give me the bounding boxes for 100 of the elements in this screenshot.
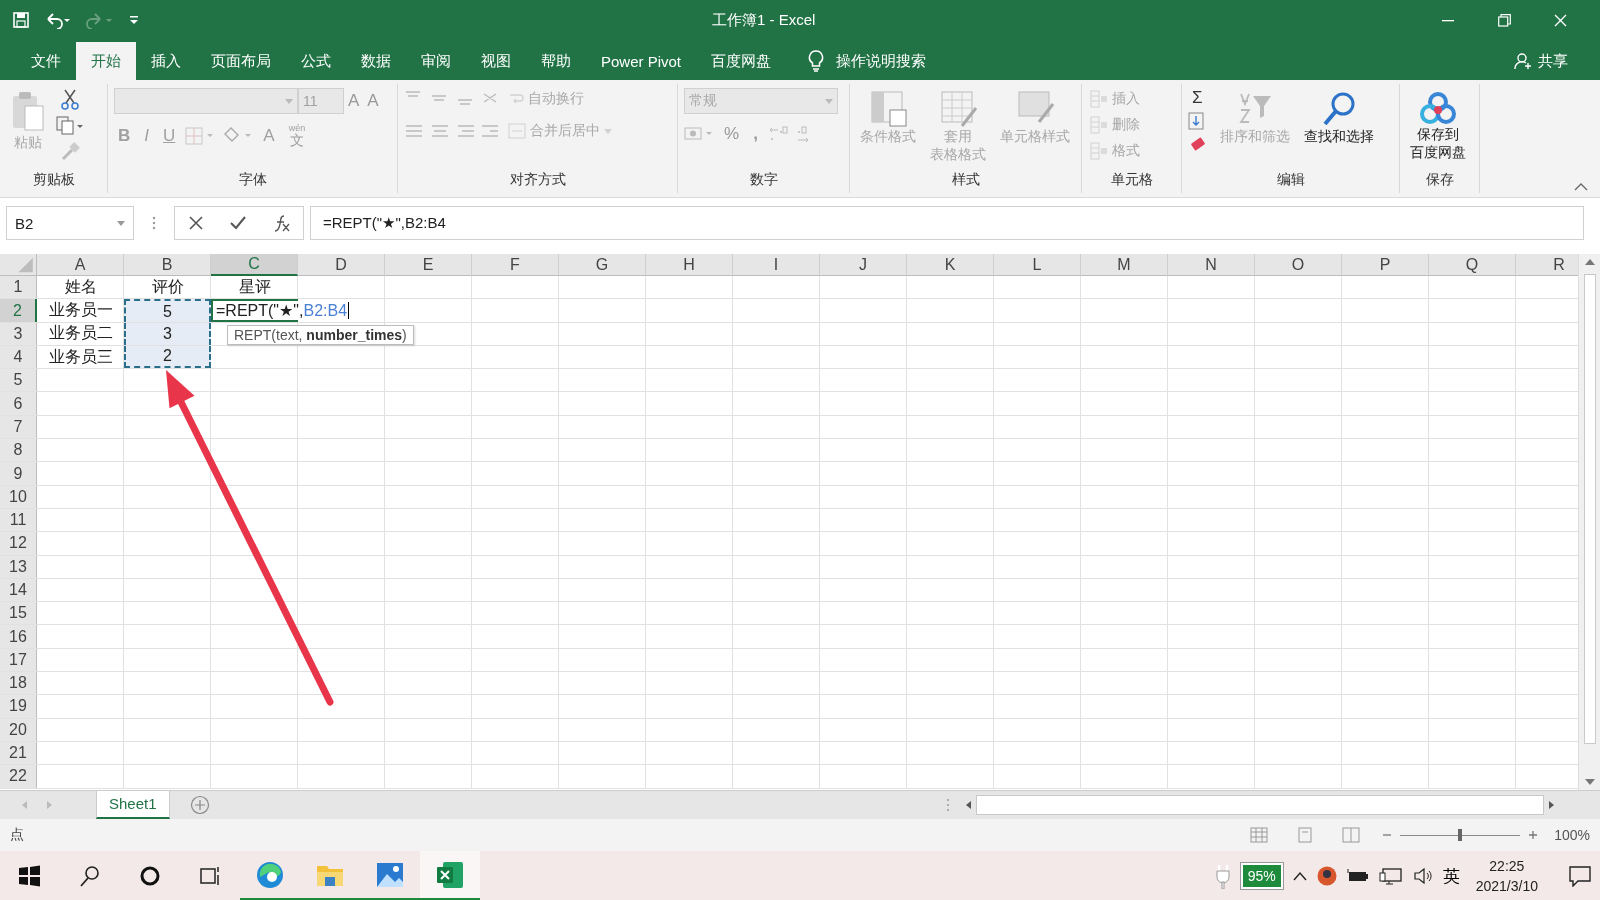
- notification-icon[interactable]: [1568, 865, 1592, 887]
- column-header[interactable]: K: [907, 254, 994, 276]
- autosum-button[interactable]: Σ: [1188, 88, 1207, 108]
- save-icon[interactable]: [12, 11, 30, 29]
- column-header[interactable]: P: [1342, 254, 1429, 276]
- normal-view-icon[interactable]: [1250, 827, 1269, 843]
- row-header[interactable]: 11: [0, 508, 37, 532]
- ribbon-tab[interactable]: 数据: [346, 42, 406, 80]
- row-header[interactable]: 8: [0, 439, 37, 462]
- scroll-up-icon: [1584, 258, 1596, 266]
- save-cloud-button[interactable]: 保存到 百度网盘: [1406, 88, 1470, 163]
- row-header[interactable]: 13: [0, 555, 37, 578]
- row-header[interactable]: 1: [0, 276, 37, 299]
- scissors-icon[interactable]: [60, 88, 80, 110]
- horizontal-scrollbar[interactable]: [976, 795, 1544, 815]
- row-header[interactable]: 18: [0, 672, 37, 695]
- row-header[interactable]: 19: [0, 695, 37, 718]
- dropdown-icon: [117, 220, 125, 226]
- ribbon-tab[interactable]: Power Pivot: [586, 42, 697, 80]
- browser-icon: [255, 859, 285, 890]
- vertical-scrollbar[interactable]: [1578, 254, 1600, 790]
- cell-editor[interactable]: =REPT("★",B2:B4: [216, 301, 350, 321]
- share-button[interactable]: 共享: [1508, 42, 1574, 80]
- row-header[interactable]: 2: [0, 299, 37, 323]
- network-icon[interactable]: [1378, 867, 1403, 885]
- row-header[interactable]: 15: [0, 602, 37, 625]
- row-header[interactable]: 17: [0, 648, 37, 672]
- ribbon-tab[interactable]: 开始: [76, 42, 136, 80]
- group-label: 保存: [1424, 171, 1455, 189]
- battery-icon[interactable]: [1346, 869, 1369, 883]
- customize-icon[interactable]: [128, 13, 140, 27]
- scroll-right-icon[interactable]: [1548, 800, 1556, 810]
- row-header[interactable]: 9: [0, 462, 37, 485]
- function-icon: [272, 214, 291, 232]
- row-header[interactable]: 21: [0, 741, 37, 765]
- column-header[interactable]: N: [1168, 254, 1255, 276]
- column-header[interactable]: L: [994, 254, 1081, 276]
- formula-field[interactable]: =REPT("★",B2:B4: [310, 206, 1584, 240]
- ribbon-tab[interactable]: 页面布局: [196, 42, 286, 80]
- plus-circle-icon: [189, 795, 210, 815]
- column-header[interactable]: E: [385, 254, 472, 276]
- cells-icon: [1090, 142, 1108, 160]
- column-header[interactable]: H: [646, 254, 733, 276]
- row-header[interactable]: 5: [0, 369, 37, 392]
- ribbon-tab[interactable]: 文件: [16, 42, 76, 80]
- row-header[interactable]: 20: [0, 718, 37, 741]
- row-header[interactable]: 4: [0, 345, 37, 369]
- column-header[interactable]: F: [472, 254, 559, 276]
- ribbon-tab[interactable]: 审阅: [406, 42, 466, 80]
- ribbon-tab[interactable]: 帮助: [526, 42, 586, 80]
- collapse-icon[interactable]: [1574, 183, 1588, 191]
- ribbon-tab[interactable]: 视图: [466, 42, 526, 80]
- table-cell: 2: [124, 345, 211, 369]
- row-header[interactable]: 16: [0, 625, 37, 648]
- page-break-icon[interactable]: [1342, 827, 1361, 843]
- grip-icon: [946, 798, 950, 812]
- add-sheet-button[interactable]: [189, 795, 210, 815]
- column-header[interactable]: G: [559, 254, 646, 276]
- row-header[interactable]: 12: [0, 532, 37, 555]
- row-header[interactable]: 7: [0, 415, 37, 439]
- scroll-left-icon[interactable]: [964, 800, 972, 810]
- scroll-down-icon: [1584, 778, 1596, 786]
- font-name-field[interactable]: [114, 88, 298, 114]
- row-header[interactable]: 14: [0, 578, 37, 602]
- row-header[interactable]: 10: [0, 485, 37, 508]
- row-header[interactable]: 3: [0, 322, 37, 345]
- task-view-icon: [198, 864, 222, 888]
- avatar-icon[interactable]: [1316, 866, 1337, 886]
- row-header[interactable]: 6: [0, 392, 37, 415]
- copy-icon[interactable]: [56, 116, 84, 136]
- column-header[interactable]: Q: [1429, 254, 1516, 276]
- name-box[interactable]: B2: [6, 206, 134, 240]
- cross-icon: [187, 215, 204, 231]
- search-field[interactable]: 操作说明搜索: [836, 51, 927, 71]
- clock[interactable]: 22:25 2021/3/10: [1469, 855, 1544, 897]
- undo-icon[interactable]: [44, 11, 72, 29]
- search-icon: [78, 864, 102, 888]
- ribbon-tab[interactable]: 插入: [136, 42, 196, 80]
- ribbon-tab[interactable]: 百度网盘: [696, 42, 787, 80]
- dropdown-icon: [285, 98, 293, 104]
- grid-icon: [868, 90, 908, 128]
- zoom-in-icon[interactable]: [1528, 830, 1539, 840]
- column-header[interactable]: A: [37, 254, 124, 276]
- zoom-level[interactable]: 100%: [1554, 827, 1590, 843]
- ribbon-tab[interactable]: 公式: [286, 42, 346, 80]
- volume-icon[interactable]: [1412, 867, 1433, 885]
- chevron-up-icon[interactable]: [1292, 871, 1307, 881]
- input-method-button[interactable]: 英: [1442, 864, 1460, 888]
- column-header[interactable]: D: [298, 254, 385, 276]
- column-header[interactable]: O: [1255, 254, 1342, 276]
- row-header[interactable]: 22: [0, 765, 37, 788]
- spreadsheet-taskbar-button[interactable]: [420, 851, 480, 900]
- column-header[interactable]: C: [211, 254, 298, 276]
- column-header[interactable]: J: [820, 254, 907, 276]
- group-label: 单元格: [1109, 171, 1154, 189]
- find-select-button[interactable]: 查找和选择: [1300, 88, 1378, 148]
- column-header[interactable]: I: [733, 254, 820, 276]
- table-cell-text: 星评: [237, 276, 272, 297]
- column-header[interactable]: M: [1081, 254, 1168, 276]
- sheet-tab[interactable]: Sheet1: [96, 790, 170, 819]
